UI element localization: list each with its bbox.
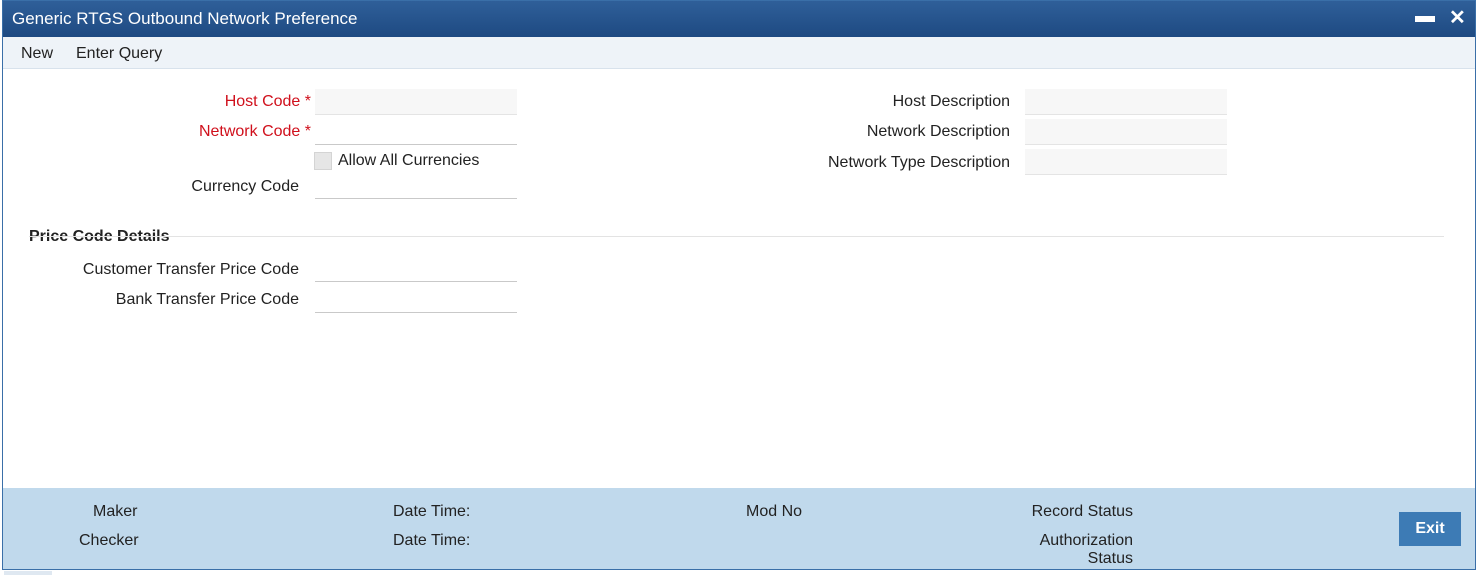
required-marker: *: [304, 123, 311, 140]
authorization-status-label: Status: [1087, 550, 1133, 567]
network-type-description-label: Network Type Description: [828, 154, 1010, 171]
host-code-input[interactable]: [315, 89, 517, 115]
customer-transfer-price-code-label: Customer Transfer Price Code: [82, 261, 299, 278]
section-divider: [29, 236, 1444, 237]
authorization-label: Authorization: [1039, 532, 1133, 549]
menu-bar: New Enter Query: [3, 37, 1475, 69]
exit-button[interactable]: Exit: [1399, 512, 1461, 546]
close-icon[interactable]: ✕: [1449, 7, 1466, 29]
network-code-label-text: Network Code: [198, 123, 301, 140]
checker-date-time-label: Date Time:: [393, 532, 471, 549]
currency-code-label: Currency Code: [191, 178, 299, 195]
allow-all-currencies-label: Allow All Currencies: [338, 152, 480, 169]
scroll-corner: [4, 571, 52, 575]
network-code-label: Network Code *: [199, 123, 311, 141]
network-description-label: Network Description: [866, 123, 1010, 140]
host-description-field: [1025, 89, 1227, 115]
bank-transfer-price-code-input[interactable]: [315, 287, 517, 313]
record-status-label: Record Status: [1031, 503, 1133, 520]
minimize-icon[interactable]: ▬: [1415, 5, 1435, 27]
main-window: Generic RTGS Outbound Network Preference…: [2, 0, 1476, 570]
host-code-label: Host Code *: [225, 93, 311, 111]
host-code-label-text: Host Code: [224, 93, 301, 110]
audit-footer: Maker Checker Date Time: Date Time: Mod …: [3, 488, 1475, 569]
enter-query-menu-item[interactable]: Enter Query: [76, 45, 162, 63]
checker-label: Checker: [79, 532, 139, 549]
network-type-description-field: [1025, 149, 1227, 175]
window-title: Generic RTGS Outbound Network Preference: [12, 9, 358, 28]
host-description-label: Host Description: [892, 93, 1010, 110]
required-marker: *: [304, 93, 311, 110]
currency-code-input[interactable]: [315, 173, 517, 199]
allow-all-currencies-checkbox[interactable]: [314, 152, 332, 170]
network-description-field: [1025, 119, 1227, 145]
bank-transfer-price-code-label: Bank Transfer Price Code: [115, 291, 299, 308]
title-bar: Generic RTGS Outbound Network Preference…: [3, 1, 1475, 37]
maker-date-time-label: Date Time:: [393, 503, 471, 520]
price-code-details-heading: Price Code Details: [29, 228, 170, 245]
new-menu-item[interactable]: New: [21, 45, 53, 63]
network-code-input[interactable]: [315, 119, 517, 145]
mod-no-label: Mod No: [746, 503, 803, 520]
customer-transfer-price-code-input[interactable]: [315, 256, 517, 282]
maker-label: Maker: [93, 503, 138, 520]
